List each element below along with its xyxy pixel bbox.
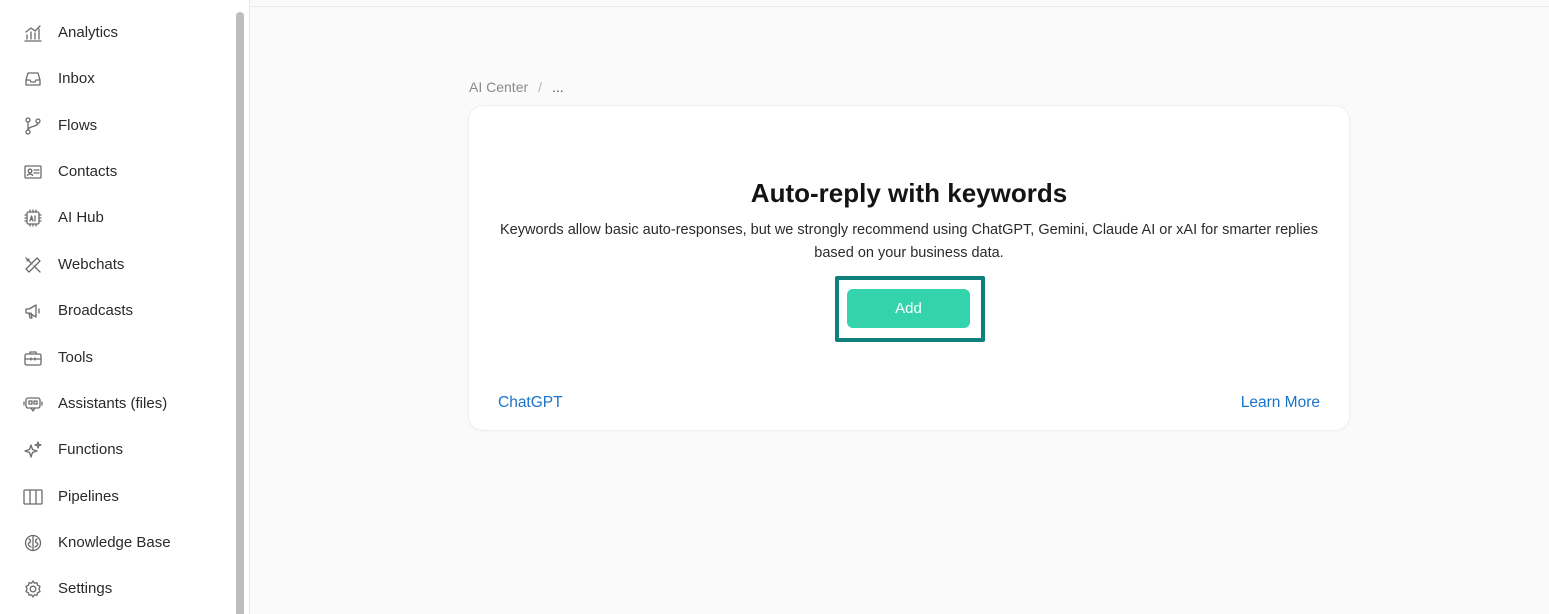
assistant-icon [22, 394, 44, 414]
learn-more-link[interactable]: Learn More [1241, 394, 1320, 412]
sidebar-item-label: Webchats [58, 256, 125, 273]
sidebar-item-tools[interactable]: Tools [0, 338, 232, 378]
add-button-focus-ring: Add [835, 276, 985, 342]
sidebar-item-broadcasts[interactable]: Broadcasts [0, 291, 232, 331]
sidebar-item-label: Functions [58, 441, 124, 458]
sidebar-item-assistants[interactable]: Assistants (files) [0, 384, 232, 424]
sidebar-scrollbar-thumb[interactable] [236, 12, 244, 614]
auto-reply-card: Auto-reply with keywords Keywords allow … [469, 106, 1349, 430]
breadcrumb-separator: / [538, 79, 543, 95]
sidebar-item-label: Settings [58, 580, 113, 597]
add-button[interactable]: Add [847, 289, 970, 328]
inbox-icon [22, 69, 44, 89]
sidebar-item-label: Tools [58, 349, 94, 366]
sidebar-item-knowledge-base[interactable]: Knowledge Base [0, 523, 232, 563]
sparkles-icon [22, 440, 44, 460]
tools-cross-icon [22, 255, 44, 275]
sidebar-item-ai-hub[interactable]: AI Hub [0, 198, 232, 238]
brain-icon [22, 533, 44, 553]
sidebar-item-label: Flows [58, 117, 98, 134]
ai-chip-icon [22, 208, 44, 228]
sidebar-item-label: Broadcasts [58, 302, 134, 319]
chatgpt-link[interactable]: ChatGPT [498, 394, 563, 412]
sidebar: Analytics Inbox Flows Contacts AI Hub We… [0, 0, 250, 614]
sidebar-item-pipelines[interactable]: Pipelines [0, 477, 232, 517]
app-window: Analytics Inbox Flows Contacts AI Hub We… [0, 0, 1549, 614]
gear-icon [22, 579, 44, 599]
contacts-icon [22, 162, 44, 182]
sidebar-item-label: Assistants (files) [58, 395, 168, 412]
flows-icon [22, 116, 44, 136]
top-divider [251, 6, 1549, 7]
sidebar-item-inbox[interactable]: Inbox [0, 59, 232, 99]
sidebar-item-label: Inbox [58, 70, 95, 87]
sidebar-item-functions[interactable]: Functions [0, 430, 232, 470]
sidebar-item-analytics[interactable]: Analytics [0, 13, 232, 53]
breadcrumb-root[interactable]: AI Center [469, 79, 528, 95]
breadcrumb-current: ... [552, 79, 564, 95]
breadcrumb: AI Center / ... [469, 79, 564, 95]
sidebar-item-label: Analytics [58, 24, 119, 41]
pipelines-icon [22, 487, 44, 507]
card-title: Auto-reply with keywords [750, 178, 1068, 208]
sidebar-scrollbar[interactable] [236, 12, 244, 614]
sidebar-item-label: Knowledge Base [58, 534, 171, 551]
analytics-icon [22, 23, 44, 43]
sidebar-item-label: Contacts [58, 163, 118, 180]
card-description: Keywords allow basic auto-responses, but… [500, 222, 1318, 261]
sidebar-item-flows[interactable]: Flows [0, 106, 232, 146]
toolbox-icon [22, 348, 44, 368]
sidebar-item-label: AI Hub [58, 209, 104, 226]
sidebar-item-contacts[interactable]: Contacts [0, 152, 232, 192]
sidebar-item-webchats[interactable]: Webchats [0, 245, 232, 285]
sidebar-item-settings[interactable]: Settings [0, 569, 232, 609]
sidebar-item-label: Pipelines [58, 488, 119, 505]
megaphone-icon [22, 301, 44, 321]
